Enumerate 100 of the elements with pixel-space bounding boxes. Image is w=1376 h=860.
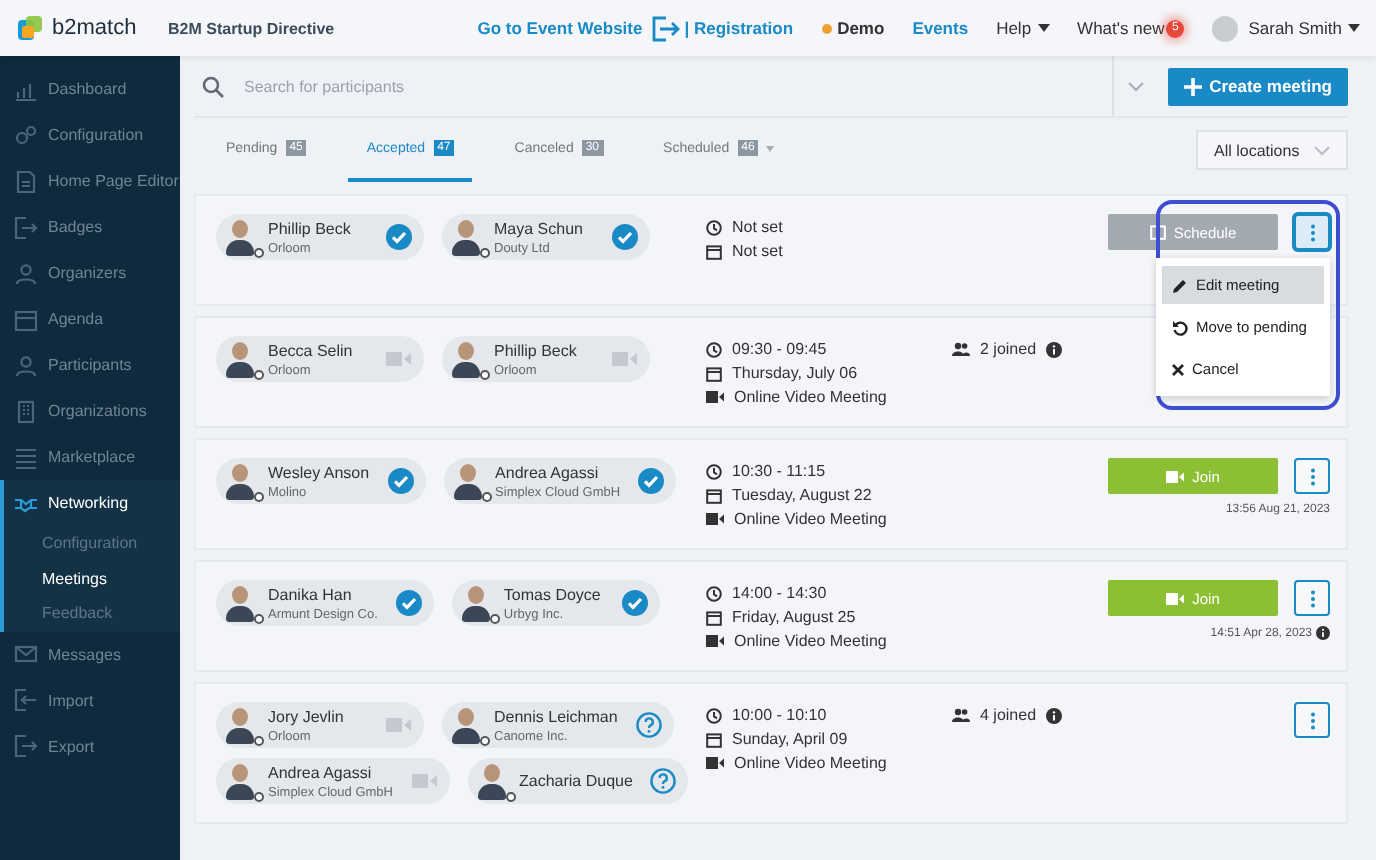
pencil-icon (1172, 277, 1188, 293)
sidebar-item[interactable]: Messages (0, 631, 180, 677)
more-options-button[interactable] (1294, 458, 1330, 494)
avatar-placeholder (473, 761, 509, 801)
question-icon (650, 768, 677, 794)
create-meeting-button[interactable]: Create meeting (1167, 67, 1348, 105)
sidebar-item[interactable]: Badges (0, 204, 180, 250)
people-icon (14, 261, 38, 285)
sidebar-item[interactable]: Home Page Editor (0, 158, 180, 204)
check-icon (638, 468, 665, 494)
status-dot-icon (821, 23, 832, 33)
calendar-icon (14, 307, 38, 331)
clock-icon (706, 341, 722, 357)
caret-icon (766, 145, 775, 151)
meeting-time: 10:00 - 10:10 (732, 706, 827, 724)
participant-name: Tomas Doyce (503, 585, 603, 603)
sidebar-item[interactable]: Marketplace (0, 434, 180, 480)
sidebar-item[interactable]: Dashboard (0, 66, 180, 112)
sidebar-item[interactable]: Networking (4, 480, 180, 526)
sidebar-item[interactable]: Participants (0, 342, 180, 388)
avatar-placeholder (222, 705, 258, 745)
search-field[interactable]: Search for participants (240, 75, 648, 97)
avatar-placeholder (222, 461, 258, 501)
meeting-date: Friday, August 25 (732, 608, 856, 626)
sidebar-item[interactable]: Import (0, 677, 180, 723)
registration-link[interactable]: | Registration (684, 18, 794, 38)
more-options-button[interactable] (1294, 702, 1330, 738)
meeting-date: Tuesday, August 22 (732, 486, 872, 504)
sidebar-item[interactable]: Export (0, 723, 180, 769)
sidebar-item[interactable]: Organizations (0, 388, 180, 434)
more-options-button[interactable] (1294, 214, 1330, 250)
undo-icon (1172, 319, 1188, 335)
exit-icon (14, 734, 38, 758)
avatar-placeholder (449, 461, 486, 501)
enter-icon (14, 688, 38, 712)
search-icon (202, 75, 224, 97)
mail-icon (14, 642, 38, 666)
event-name: B2M Startup Directive (168, 19, 335, 37)
user-avatar (1212, 15, 1239, 41)
video-camera-icon (706, 634, 724, 648)
whats-new-link[interactable]: What's new (1077, 18, 1165, 38)
logo-icon (16, 14, 44, 42)
participant-chip[interactable]: Zacharia Duque (467, 758, 689, 804)
plus-icon (1183, 77, 1202, 95)
demo-label: Demo (837, 18, 885, 38)
people-icon (952, 342, 970, 356)
caret-icon (1037, 24, 1050, 32)
participant-name: Danika Han (268, 585, 354, 603)
people-icon (952, 708, 970, 722)
sidebar-item[interactable]: Configuration (0, 112, 180, 158)
exit-icon (14, 215, 38, 239)
chevron-down-icon[interactable] (1127, 81, 1144, 91)
check-icon (621, 590, 648, 616)
calendar-icon (706, 487, 722, 503)
participant-name: Dennis Leichman (494, 707, 618, 725)
sidebar-subitem[interactable]: Configuration (4, 526, 180, 561)
clock-icon (706, 463, 722, 479)
question-icon (635, 712, 662, 738)
video-camera-icon (411, 772, 437, 790)
exit-icon[interactable] (652, 15, 681, 41)
sidebar-item[interactable]: Organizers (0, 250, 180, 296)
clock-icon (706, 219, 722, 235)
header-link[interactable]: Go to Event Website (477, 18, 643, 38)
avatar-placeholder (222, 761, 258, 801)
video-camera-icon (1166, 591, 1185, 605)
clock-icon (706, 707, 722, 723)
check-icon (395, 590, 422, 616)
participant-name: Phillip Beck (268, 219, 353, 237)
check-icon (612, 224, 638, 250)
user-menu[interactable]: Sarah Smith (1248, 18, 1360, 38)
video-camera-icon (706, 512, 724, 526)
calendar-icon (706, 731, 722, 747)
help-menu[interactable]: Help (996, 18, 1050, 38)
meeting-location: Online Video Meeting (734, 388, 887, 406)
participant-name: Zacharia Duque (519, 772, 633, 790)
participant-name: Maya Schun (494, 219, 585, 237)
vertical-dots-icon (1309, 711, 1315, 729)
calendar-icon (706, 243, 722, 259)
meeting-location: Online Video Meeting (734, 754, 887, 772)
video-camera-icon (612, 350, 638, 368)
calendar-icon (1149, 224, 1166, 240)
avatar-placeholder (222, 583, 258, 623)
participant-name: Wesley Anson (268, 463, 370, 481)
more-options-button[interactable] (1294, 580, 1330, 616)
chevron-down-icon (1314, 145, 1330, 155)
meeting-time: 14:00 - 14:30 (732, 584, 827, 602)
avatar-placeholder (457, 583, 494, 623)
check-icon (387, 468, 414, 494)
meeting-date: Sunday, April 09 (732, 730, 848, 748)
participant-name: Andrea Agassi (495, 463, 601, 481)
participant-name: Andrea Agassi (268, 763, 374, 781)
sidebar-subitem[interactable]: Meetings (4, 561, 180, 596)
page-icon (14, 169, 38, 193)
vertical-dots-icon (1309, 223, 1315, 241)
header-link[interactable]: Events (912, 18, 969, 38)
sidebar-item[interactable]: Agenda (0, 296, 180, 342)
location-select[interactable]: All locations (1196, 130, 1348, 170)
participant-name: Jory Jevlin (268, 707, 346, 725)
calendar-icon (706, 609, 722, 625)
sidebar-subitem[interactable]: Feedback (4, 596, 180, 631)
